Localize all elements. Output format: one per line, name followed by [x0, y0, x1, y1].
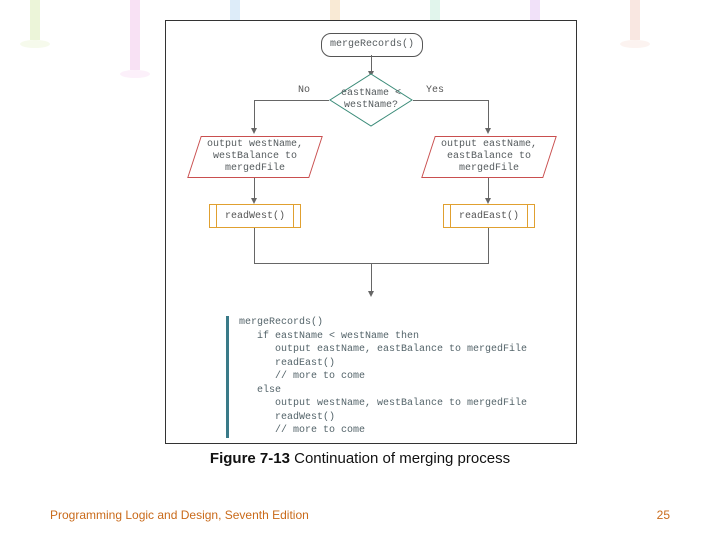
pseudocode: mergeRecords() if eastName < westName th…	[226, 316, 569, 438]
figure-panel: mergeRecords() eastName <westName? No ou…	[165, 20, 577, 444]
no-output-node: output westName,westBalance tomergedFile	[187, 136, 323, 178]
page-number: 25	[657, 508, 670, 522]
yes-label: Yes	[424, 85, 446, 96]
edge	[254, 228, 255, 263]
yes-call-node: readEast()	[443, 204, 535, 228]
edge	[371, 263, 489, 264]
edge	[413, 100, 488, 101]
no-label: No	[296, 85, 312, 96]
edge	[488, 178, 489, 200]
no-call-label: readWest()	[225, 211, 285, 222]
edge	[254, 263, 372, 264]
arrowhead-icon	[251, 128, 257, 134]
edge	[371, 263, 372, 293]
book-title: Programming Logic and Design, Seventh Ed…	[50, 508, 309, 522]
yes-output-node: output eastName,eastBalance tomergedFile	[421, 136, 557, 178]
start-node: mergeRecords()	[321, 33, 423, 57]
no-call-node: readWest()	[209, 204, 301, 228]
start-label: mergeRecords()	[330, 39, 414, 51]
figure-caption: Figure 7-13 Continuation of merging proc…	[0, 450, 720, 467]
edge	[488, 228, 489, 263]
edge	[254, 100, 329, 101]
flowchart: mergeRecords() eastName <westName? No ou…	[166, 21, 576, 281]
arrowhead-icon	[485, 128, 491, 134]
decision-node: eastName <westName?	[329, 73, 413, 127]
no-output-label: output westName,westBalance tomergedFile	[207, 139, 303, 175]
edge	[488, 100, 489, 130]
figure-number: Figure 7-13	[210, 450, 290, 467]
yes-call-label: readEast()	[459, 211, 519, 222]
figure-title: Continuation of merging process	[290, 450, 510, 467]
arrowhead-icon	[368, 291, 374, 297]
edge	[254, 100, 255, 130]
yes-output-label: output eastName,eastBalance tomergedFile	[441, 139, 537, 175]
edge	[254, 178, 255, 200]
decision-label: eastName <westName?	[336, 88, 406, 112]
